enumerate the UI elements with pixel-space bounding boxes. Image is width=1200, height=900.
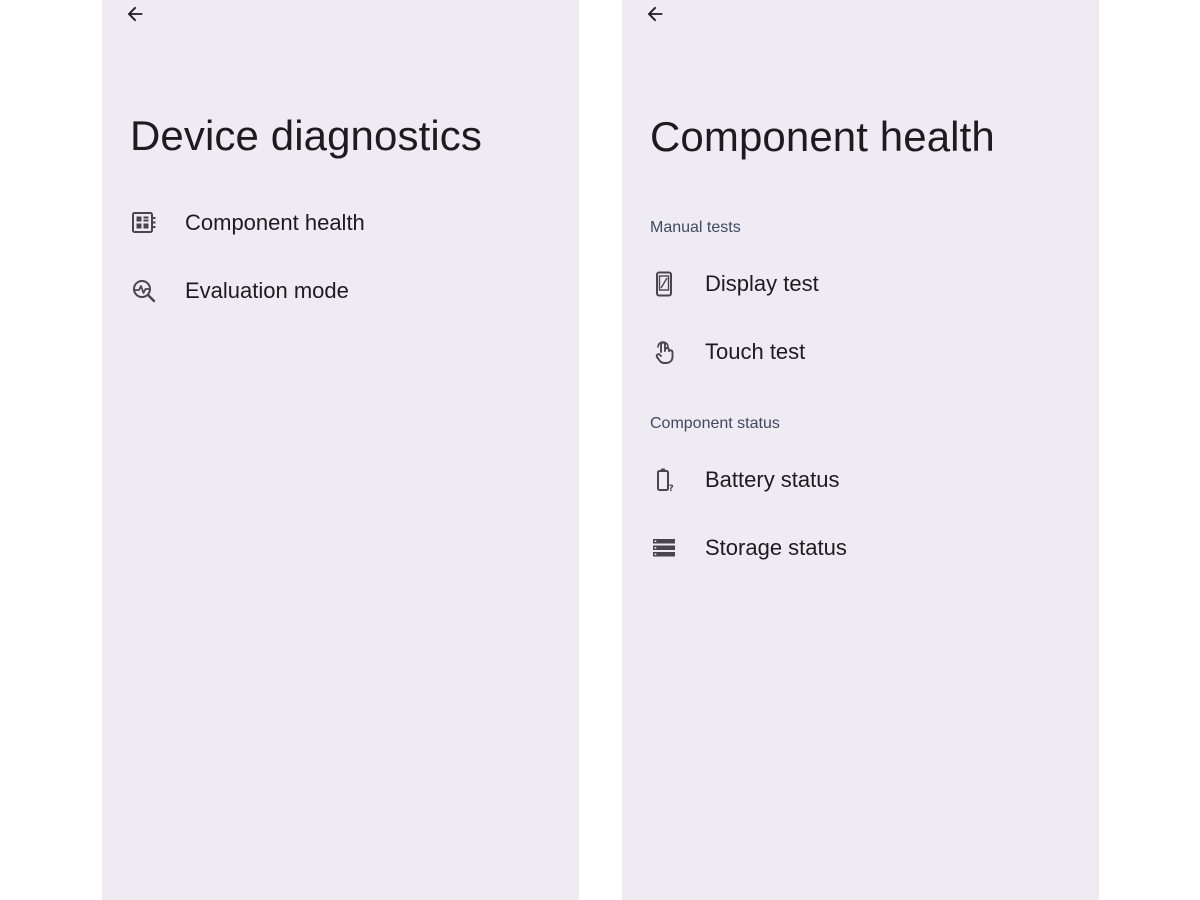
touch-test-icon [650, 338, 678, 366]
section-header-manual-tests: Manual tests [650, 219, 741, 236]
list-item-component-health[interactable]: Component health [102, 193, 579, 253]
storage-icon [650, 534, 678, 562]
list-item-touch-test[interactable]: Touch test [622, 322, 1099, 382]
battery-unknown-icon: ? [650, 466, 678, 494]
list-item-label: Battery status [705, 467, 840, 492]
list-item-storage-status[interactable]: Storage status [622, 518, 1099, 578]
arrow-back-icon [647, 6, 663, 22]
list-item-label: Component health [185, 210, 365, 235]
section-header-component-status: Component status [650, 415, 780, 432]
list-item-label: Display test [705, 271, 819, 296]
page-title: Component health [650, 113, 995, 160]
component-health-icon [130, 209, 158, 237]
component-health-screen: Component health Manual tests Display te… [622, 0, 1099, 900]
evaluation-mode-icon [130, 277, 158, 305]
list-item-battery-status[interactable]: ? Battery status [622, 450, 1099, 510]
list-item-label: Evaluation mode [185, 278, 349, 303]
svg-text:?: ? [669, 484, 674, 493]
list-item-label: Touch test [705, 339, 806, 364]
display-test-icon [650, 270, 678, 298]
list-item-evaluation-mode[interactable]: Evaluation mode [102, 261, 579, 321]
device-diagnostics-screen: Device diagnostics Component health Eval… [102, 0, 579, 900]
page-title: Device diagnostics [130, 112, 482, 159]
back-button[interactable] [120, 0, 150, 28]
list-item-display-test[interactable]: Display test [622, 254, 1099, 314]
arrow-back-icon [127, 6, 143, 22]
back-button[interactable] [640, 0, 670, 28]
list-item-label: Storage status [705, 535, 847, 560]
